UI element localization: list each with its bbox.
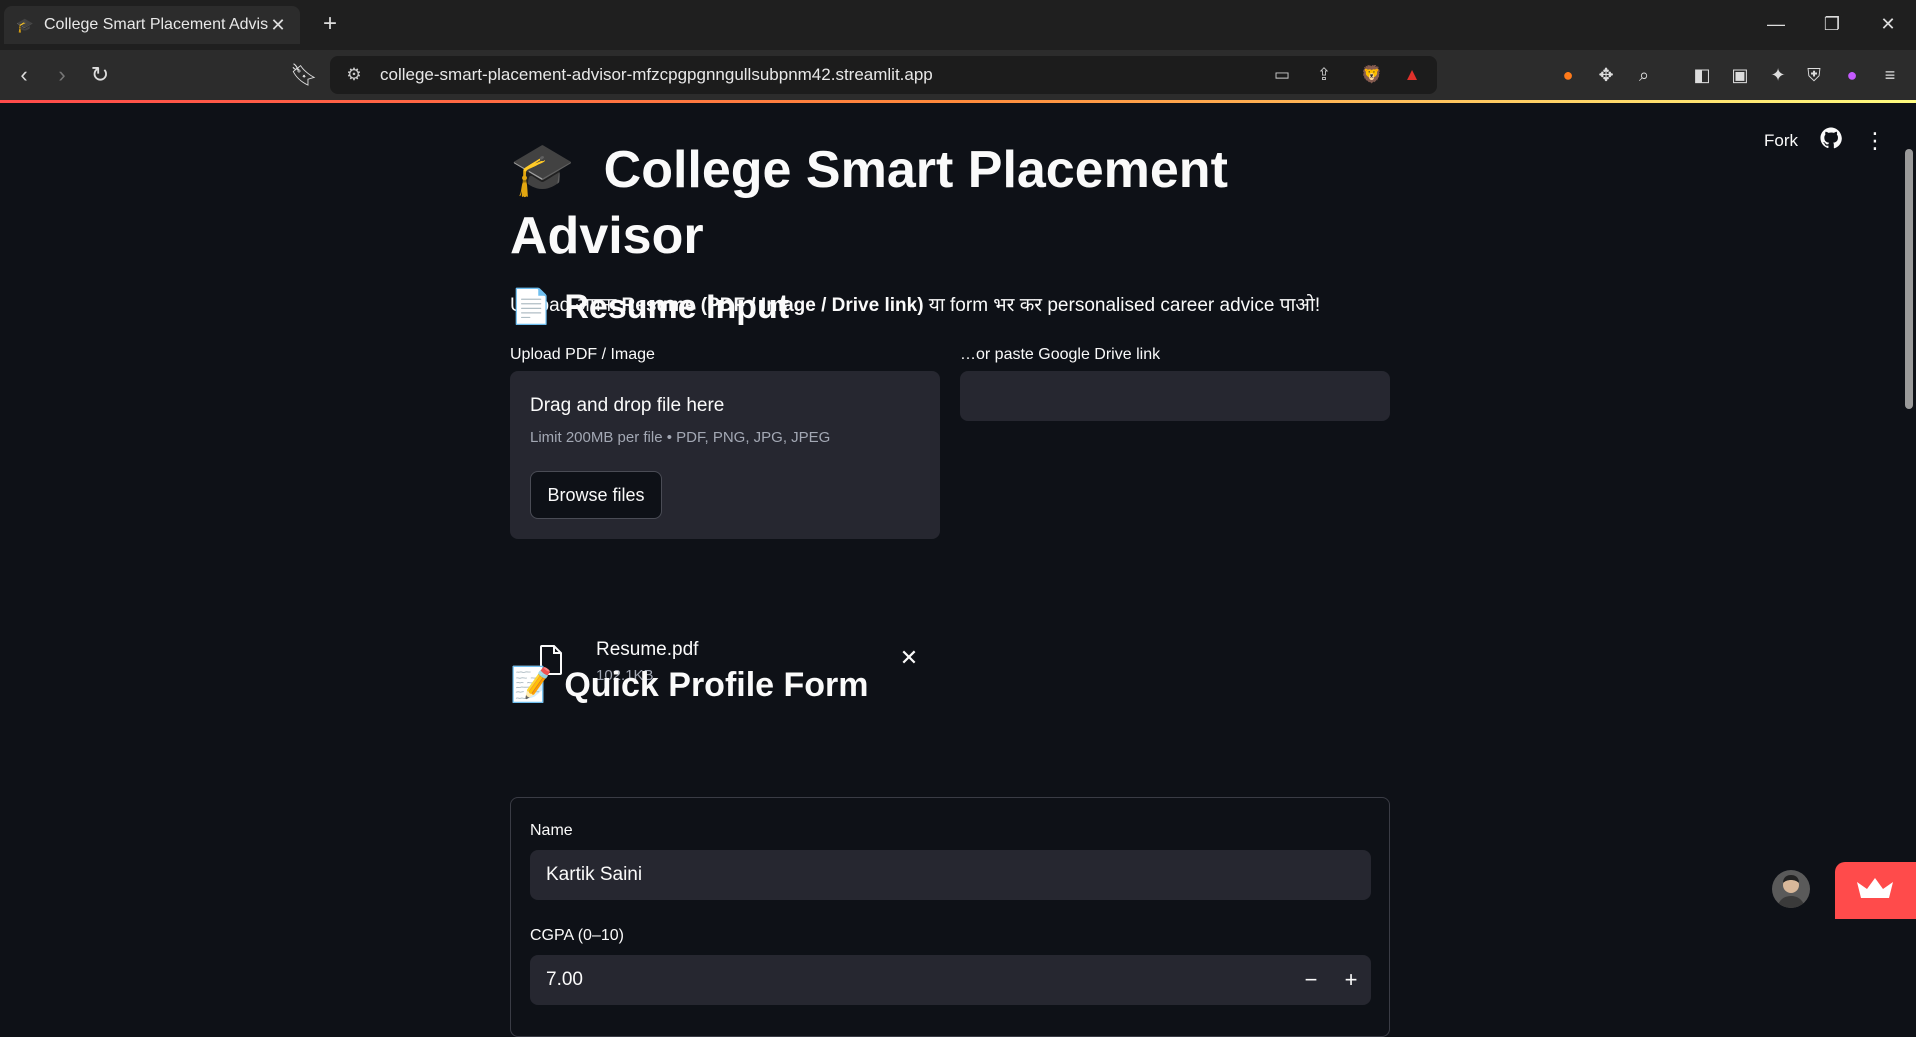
drive-link-label: …or paste Google Drive link [960,346,1161,363]
site-settings-icon[interactable]: ⚙ [342,64,366,86]
brave-shields-icon[interactable]: 🦁 [1360,64,1384,86]
sidebar-icon[interactable]: ◧ [1688,62,1716,88]
search-page-icon[interactable]: ⌕ [1630,62,1658,88]
streamlit-page: Fork ⋮ 🎓 College Smart Placement Advisor… [0,103,1916,1037]
graduation-cap-icon: 🎓 [510,141,575,199]
streamlit-badge[interactable] [1835,862,1916,919]
close-window-icon[interactable]: ✕ [1868,10,1908,38]
share-icon[interactable]: ⇪ [1312,64,1336,86]
upload-label: Upload PDF / Image [510,346,655,363]
file-name: Resume.pdf [596,639,699,660]
extensions-puzzle-icon[interactable]: ✥ [1592,62,1620,88]
favicon-icon: 🎓 [16,17,34,33]
extension-icon[interactable]: ● [1554,62,1582,88]
resume-input-heading-text: Resume Input [564,287,790,326]
browser-tab[interactable]: 🎓 College Smart Placement Advisor ✕ [4,6,300,44]
page-title-text: College Smart Placement Advisor [510,141,1228,265]
name-field[interactable]: Kartik Saini [530,850,1371,900]
minimize-icon[interactable]: — [1756,10,1796,38]
more-options-icon[interactable]: ⋮ [1864,128,1886,154]
browser-tab-bar: 🎓 College Smart Placement Advisor ✕ + — … [0,0,1916,50]
cgpa-label: CGPA (0–10) [530,927,624,944]
new-tab-button[interactable]: + [316,10,344,38]
increment-button[interactable]: + [1331,955,1371,1005]
crown-icon [1857,878,1893,898]
forward-icon[interactable]: › [48,62,76,88]
decrement-button[interactable]: − [1291,955,1331,1005]
cgpa-number-input[interactable]: 7.00 − + [530,955,1371,1005]
name-label: Name [530,822,573,839]
dropzone-limit: Limit 200MB per file • PDF, PNG, JPG, JP… [530,429,831,446]
bookmark-icon[interactable]: 🔖︎ [290,62,318,88]
quick-profile-heading: 📝 Quick Profile Form [510,665,869,705]
fork-button[interactable]: Fork [1764,131,1798,151]
app-header-actions: Fork ⋮ [1764,127,1886,154]
scrollbar-thumb[interactable] [1905,149,1913,409]
dropzone-title: Drag and drop file here [530,395,725,416]
cast-icon[interactable]: ▭ [1270,64,1294,86]
file-dropzone[interactable]: Drag and drop file here Limit 200MB per … [510,371,940,539]
quick-profile-heading-text: Quick Profile Form [564,665,869,704]
page-title: 🎓 College Smart Placement Advisor [510,137,1390,269]
leo-ai-icon[interactable]: ✦ [1764,62,1792,88]
back-icon[interactable]: ‹ [10,62,38,88]
close-tab-icon[interactable]: ✕ [268,15,288,36]
menu-icon[interactable]: ≡ [1876,62,1904,88]
memo-icon: 📝 [510,666,553,704]
tab-title: College Smart Placement Advisor [44,16,268,33]
vpn-icon[interactable]: ⛨ [1800,62,1828,88]
avatar[interactable] [1772,870,1810,908]
reload-icon[interactable]: ↻ [86,62,114,88]
brave-rewards-icon[interactable]: ▲ [1400,64,1424,86]
document-icon: 📄 [510,288,553,326]
address-bar[interactable]: ⚙ college-smart-placement-advisor-mfzcpg… [330,56,1437,94]
url-text: college-smart-placement-advisor-mfzcpgpg… [380,65,933,84]
resume-input-heading: 📄 Resume Input [510,287,789,327]
subtitle-text-end: या form भर कर personalised career advice… [923,295,1321,316]
drive-link-input[interactable] [960,371,1390,421]
cgpa-value: 7.00 [546,969,583,990]
browse-files-button[interactable]: Browse files [530,471,662,519]
restore-icon[interactable]: ❐ [1812,10,1852,38]
wallet-icon[interactable]: ▣ [1726,62,1754,88]
remove-file-icon[interactable]: ✕ [898,647,920,669]
profile-icon[interactable]: ● [1838,62,1866,88]
profile-form: Name Kartik Saini CGPA (0–10) 7.00 − + [510,797,1390,1037]
github-icon[interactable] [1820,127,1842,154]
